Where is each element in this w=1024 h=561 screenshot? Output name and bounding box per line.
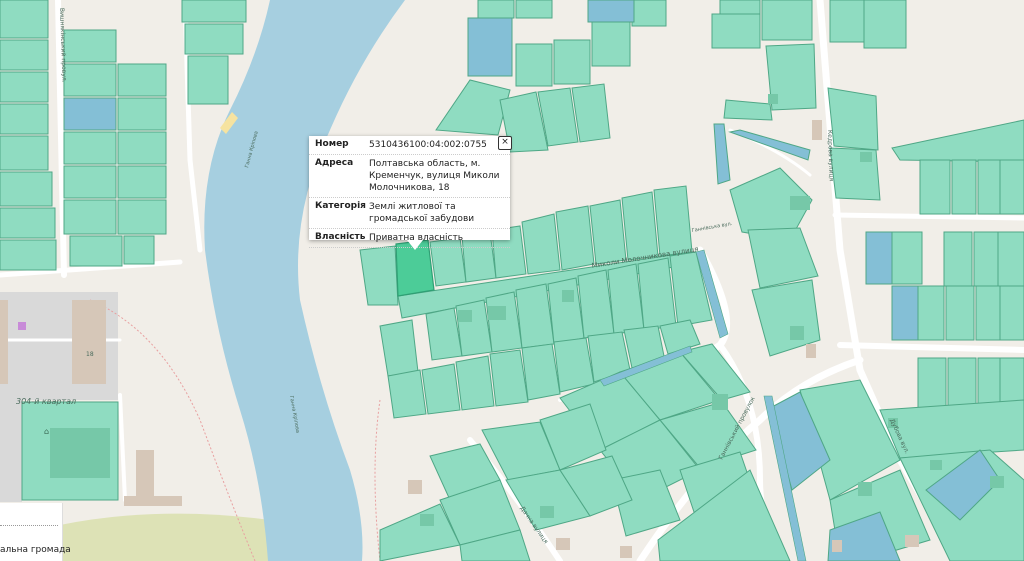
popup-value: Землі житлової та громадської забудови <box>369 202 475 224</box>
popup-key: Власність <box>315 232 366 242</box>
popup-key: Адреса <box>315 158 354 168</box>
legend-panel: альна громада <box>0 503 71 561</box>
parcel-info-popup: Номер 5310436100:04:002:0755 Адреса Полт… <box>309 136 512 250</box>
popup-tip <box>407 240 423 250</box>
close-icon[interactable]: × <box>498 136 512 150</box>
popup-value: Приватна власність <box>369 233 464 243</box>
popup-key: Номер <box>315 139 349 149</box>
legend-text: альна громада <box>0 545 71 555</box>
popup-key: Категорія <box>315 201 366 211</box>
house-number: 18 <box>86 351 94 358</box>
map-marker-icon: ⌂ <box>44 427 49 436</box>
popup-value: Полтавська область, м. Кременчук, вулиця… <box>369 159 500 193</box>
cadastral-map[interactable]: Миколи Молочникова вулиця Вишнякінський … <box>0 0 1024 561</box>
popup-row-number: Номер 5310436100:04:002:0755 <box>309 136 510 155</box>
popup-row-category: Категорія Землі житлової та громадської … <box>309 198 510 229</box>
legend-divider <box>0 525 58 526</box>
popup-row-address: Адреса Полтавська область, м. Кременчук,… <box>309 155 510 198</box>
popup-value[interactable]: 5310436100:04:002:0755 <box>369 139 504 151</box>
block-label: 304-й квартал <box>16 397 76 406</box>
